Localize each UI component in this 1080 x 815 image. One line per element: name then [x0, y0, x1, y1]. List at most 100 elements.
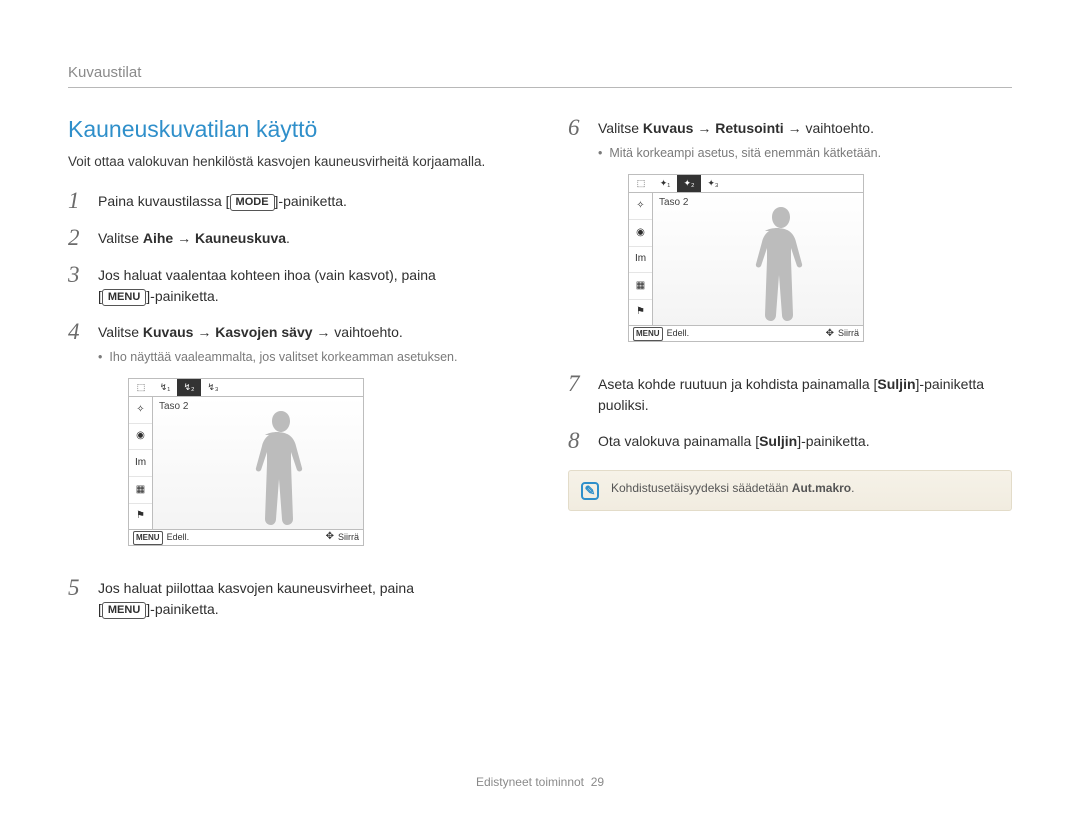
step-number: 2: [68, 226, 86, 249]
text: → vaihtoehto.: [313, 324, 403, 340]
text: Valitse: [98, 324, 143, 340]
text: ]-painiketta.: [146, 288, 218, 304]
text: Jos haluat piilottaa kasvojen kauneusvir…: [98, 580, 414, 596]
text: Paina kuvaustilassa [: [98, 193, 230, 209]
screen-bottom-bar: MENU Edell. ✥ Siirrä: [629, 325, 863, 341]
step-text: Valitse Kuvaus → Kasvojen sävy → vaihtoe…: [98, 320, 457, 562]
step-number: 5: [68, 576, 86, 599]
text: Jos haluat vaalentaa kohteen ihoa (vain …: [98, 267, 436, 283]
steps-left: 1 Paina kuvaustilassa [MODE]-painiketta.…: [68, 189, 512, 619]
page-title: Kauneuskuvatilan käyttö: [68, 116, 512, 143]
step-text: Jos haluat vaalentaa kohteen ihoa (vain …: [98, 263, 436, 306]
menu-icon: MENU: [133, 531, 163, 545]
top-icon: ✦₃: [701, 175, 725, 192]
side-icon: Im: [129, 450, 152, 477]
screen-bottom-bar: MENU Edell. ✥ Siirrä: [129, 529, 363, 545]
text: ]-painiketta.: [146, 601, 218, 617]
step-number: 3: [68, 263, 86, 286]
text: .: [286, 230, 290, 246]
footer-label: Edistyneet toiminnot: [476, 775, 584, 789]
step-number: 7: [568, 372, 586, 395]
side-icon: ◉: [629, 220, 652, 247]
side-icon: ✧: [629, 193, 652, 220]
bold: Suljin: [877, 376, 915, 392]
side-icon: ◉: [129, 424, 152, 451]
step-1: 1 Paina kuvaustilassa [MODE]-painiketta.: [68, 189, 512, 212]
step-number: 8: [568, 429, 586, 452]
screen-side-icons: ✧ ◉ Im ▦ ⚑: [629, 193, 653, 325]
top-icon: ⬚: [129, 379, 153, 396]
text: Valitse: [98, 230, 143, 246]
right-column: 6 Valitse Kuvaus → Retusointi → vaihtoeh…: [568, 116, 1012, 633]
screen-top-row: ⬚ ✦₁ ✦₂ ✦₃: [629, 175, 863, 193]
text: Iho näyttää vaaleammalta, jos valitset k…: [109, 348, 457, 366]
person-silhouette-icon: [253, 405, 309, 529]
step-subnote: Iho näyttää vaaleammalta, jos valitset k…: [98, 348, 457, 366]
text: Aseta kohde ruutuun ja kohdista painamal…: [598, 376, 877, 392]
bold: Retusointi: [715, 120, 783, 136]
top-icon-selected: ↯₂: [177, 379, 201, 396]
step-number: 1: [68, 189, 86, 212]
side-icon: ▦: [129, 477, 152, 504]
camera-screen-face-tone: ⬚ ↯₁ ↯₂ ↯₃ ✧ ◉ Im ▦ ⚑: [128, 378, 364, 546]
screen-value-label: Taso 2: [159, 400, 188, 415]
screen-body: ✧ ◉ Im ▦ ⚑ Taso 2: [129, 397, 363, 529]
bold: Kuvaus: [643, 120, 694, 136]
step-2: 2 Valitse Aihe → Kauneuskuva.: [68, 226, 512, 249]
step-subnote: Mitä korkeampi asetus, sitä enemmän kätk…: [598, 144, 881, 162]
page-number: 29: [591, 775, 604, 789]
text: ]-painiketta.: [275, 193, 347, 209]
camera-screen-retouch: ⬚ ✦₁ ✦₂ ✦₃ ✧ ◉ Im ▦ ⚑: [628, 174, 864, 342]
step-7: 7 Aseta kohde ruutuun ja kohdista painam…: [568, 372, 1012, 415]
step-text: Paina kuvaustilassa [MODE]-painiketta.: [98, 189, 347, 211]
arrow: →: [693, 120, 715, 136]
step-6: 6 Valitse Kuvaus → Retusointi → vaihtoeh…: [568, 116, 1012, 358]
arrow: →: [193, 324, 215, 340]
bold: Suljin: [759, 433, 797, 449]
mode-button-tag: MODE: [230, 194, 275, 211]
step-8: 8 Ota valokuva painamalla [Suljin]-paini…: [568, 429, 1012, 452]
note-icon: ✎: [581, 482, 599, 500]
breadcrumb: Kuvaustilat: [68, 64, 1012, 81]
left-column: Kauneuskuvatilan käyttö Voit ottaa valok…: [68, 116, 512, 633]
step-text: Ota valokuva painamalla [Suljin]-painike…: [598, 429, 870, 451]
text: Kohdistusetäisyydeksi säädetään: [611, 481, 792, 495]
screen-side-icons: ✧ ◉ Im ▦ ⚑: [129, 397, 153, 529]
top-icon: ↯₁: [153, 379, 177, 396]
nav-icon: ✥: [826, 327, 834, 342]
side-icon: ✧: [129, 397, 152, 424]
step-text: Jos haluat piilottaa kasvojen kauneusvir…: [98, 576, 414, 619]
top-icon: ⬚: [629, 175, 653, 192]
bold: Kuvaus: [143, 324, 194, 340]
step-number: 6: [568, 116, 586, 139]
side-icon: ⚑: [629, 300, 652, 326]
step-number: 4: [68, 320, 86, 343]
bold: Kasvojen sävy: [215, 324, 312, 340]
menu-button-tag: MENU: [102, 602, 146, 619]
text: ]-painiketta.: [797, 433, 869, 449]
step-text: Valitse Aihe → Kauneuskuva.: [98, 226, 290, 248]
person-silhouette-icon: [753, 201, 809, 325]
menu-button-tag: MENU: [102, 289, 146, 306]
steps-right: 6 Valitse Kuvaus → Retusointi → vaihtoeh…: [568, 116, 1012, 452]
note-text: Kohdistusetäisyydeksi säädetään Aut.makr…: [611, 481, 854, 495]
top-icon-selected: ✦₂: [677, 175, 701, 192]
content-columns: Kauneuskuvatilan käyttö Voit ottaa valok…: [68, 116, 1012, 633]
arrow: →: [173, 230, 195, 246]
step-text: Valitse Kuvaus → Retusointi → vaihtoehto…: [598, 116, 881, 358]
step-3: 3 Jos haluat vaalentaa kohteen ihoa (vai…: [68, 263, 512, 306]
page-footer: Edistyneet toiminnot 29: [0, 775, 1080, 789]
bold: Aut.makro: [792, 481, 851, 495]
move-label: Siirrä: [338, 531, 359, 544]
screen-value-label: Taso 2: [659, 196, 688, 211]
side-icon: ⚑: [129, 504, 152, 530]
back-label: Edell.: [667, 327, 690, 340]
text: Valitse: [598, 120, 643, 136]
bold: Aihe: [143, 230, 173, 246]
text: .: [851, 481, 854, 495]
screen-main: Taso 2: [653, 193, 863, 325]
side-icon: Im: [629, 247, 652, 274]
text: Mitä korkeampi asetus, sitä enemmän kätk…: [609, 144, 881, 162]
bold: Kauneuskuva: [195, 230, 286, 246]
nav-icon: ✥: [326, 530, 334, 545]
